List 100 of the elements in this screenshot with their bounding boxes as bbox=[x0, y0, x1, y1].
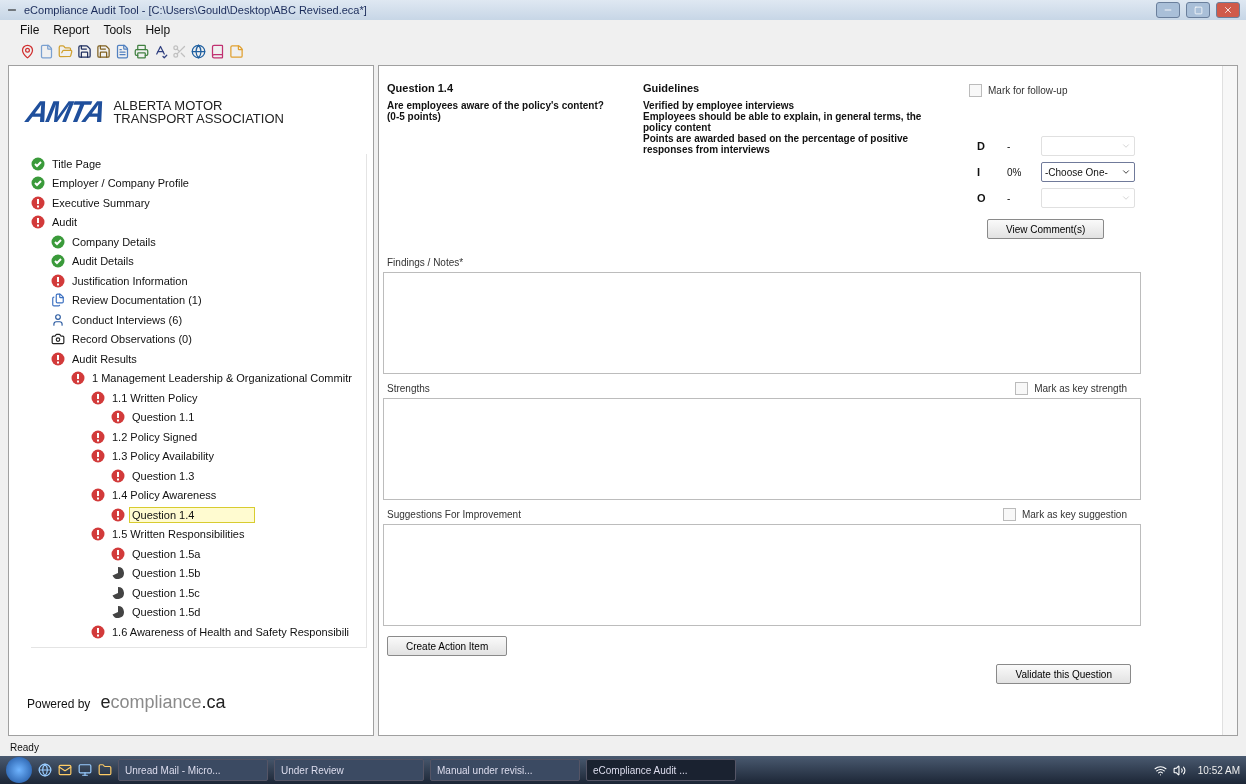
tree-item[interactable]: Review Documentation (1) bbox=[69, 292, 205, 309]
minimize-button[interactable] bbox=[1156, 2, 1180, 18]
tree-item[interactable]: Audit Results bbox=[69, 350, 140, 367]
note-icon[interactable] bbox=[229, 43, 244, 59]
alert-circle-icon bbox=[111, 410, 125, 425]
tree-item[interactable]: Title Page bbox=[49, 155, 105, 172]
alert-circle-icon bbox=[91, 624, 105, 639]
section-label: Findings / Notes* bbox=[387, 256, 464, 268]
guideline-text: Verified by employee interviews bbox=[643, 100, 795, 111]
logo-mark: AMTA bbox=[23, 95, 108, 129]
rating-dropdown[interactable]: -Choose One- bbox=[1041, 162, 1135, 182]
start-button[interactable] bbox=[6, 757, 32, 783]
volume-icon[interactable] bbox=[1172, 763, 1186, 777]
taskbar-button[interactable]: Manual under revisi... bbox=[430, 759, 580, 781]
guideline-text: Points are awarded based on the percentage of positive responses from interviews bbox=[643, 133, 910, 155]
tree-item[interactable]: Justification Information bbox=[69, 272, 191, 289]
check-circle-icon bbox=[31, 156, 45, 171]
desktop-icon[interactable] bbox=[78, 763, 92, 777]
menu-item[interactable]: Help bbox=[145, 23, 171, 37]
tree-item[interactable]: Question 1.5a bbox=[129, 545, 204, 562]
powered-by-label: Powered by bbox=[27, 697, 91, 711]
validate-question-button[interactable]: Validate this Question bbox=[996, 664, 1131, 684]
save-icon[interactable] bbox=[77, 43, 92, 59]
alert-circle-icon bbox=[31, 215, 45, 230]
tree-item[interactable]: Employer / Company Profile bbox=[49, 175, 192, 192]
tree-item[interactable]: Question 1.3 bbox=[129, 467, 198, 484]
browser-icon[interactable] bbox=[38, 763, 52, 777]
alert-circle-icon bbox=[91, 390, 105, 405]
check-circle-icon bbox=[51, 234, 65, 249]
tree-item[interactable]: 1.6 Awareness of Health and Safety Responsibili bbox=[109, 623, 353, 640]
tree-item[interactable]: Question 1.5c bbox=[129, 584, 203, 601]
text-area[interactable] bbox=[383, 272, 1141, 374]
alert-circle-icon bbox=[91, 488, 105, 503]
tree-item[interactable]: Audit Details bbox=[69, 253, 137, 270]
tree-item[interactable]: 1.4 Policy Awareness bbox=[109, 487, 220, 504]
tree-item[interactable]: Audit bbox=[49, 214, 81, 231]
alert-circle-icon bbox=[31, 195, 45, 210]
tree-item[interactable]: Company Details bbox=[69, 233, 159, 250]
document-icon[interactable] bbox=[115, 43, 130, 59]
tree-item[interactable]: Conduct Interviews (6) bbox=[69, 311, 186, 328]
close-button[interactable] bbox=[1216, 2, 1240, 18]
book-icon[interactable] bbox=[210, 43, 225, 59]
rating-value: - bbox=[1007, 192, 1012, 204]
save-icon[interactable] bbox=[96, 43, 111, 59]
page-icon[interactable] bbox=[39, 43, 54, 59]
menu-item[interactable]: Report bbox=[53, 23, 90, 37]
checkbox-label: Mark as key strength bbox=[1034, 382, 1127, 394]
logo-text: ALBERTA MOTOR bbox=[113, 99, 224, 112]
checkbox-label: Mark for follow-up bbox=[988, 85, 1068, 96]
checkbox-label: Mark as key suggestion bbox=[1021, 508, 1127, 520]
tree-item[interactable]: Executive Summary bbox=[49, 194, 153, 211]
tree-item[interactable]: 1.5 Written Responsibilities bbox=[109, 526, 248, 543]
alert-circle-icon bbox=[51, 273, 65, 288]
text-area[interactable] bbox=[383, 398, 1141, 500]
text-area[interactable] bbox=[383, 524, 1141, 626]
pin-icon[interactable] bbox=[20, 43, 35, 59]
taskbar-button[interactable]: Under Review bbox=[274, 759, 424, 781]
tree-item[interactable]: Question 1.1 bbox=[129, 409, 198, 426]
section-label: Suggestions For Improvement bbox=[387, 508, 521, 520]
rating-letter: O bbox=[977, 192, 987, 204]
checkbox[interactable] bbox=[969, 84, 982, 97]
maximize-button[interactable] bbox=[1186, 2, 1210, 18]
printer-icon[interactable] bbox=[134, 43, 149, 59]
question-text: Are employees aware of the policy's content? (0-5 points) bbox=[387, 100, 605, 122]
rating-value: 0% bbox=[1007, 166, 1023, 178]
maximize-icon bbox=[1193, 5, 1203, 15]
taskbar-button[interactable]: Unread Mail - Micro... bbox=[118, 759, 268, 781]
alert-circle-icon bbox=[111, 468, 125, 483]
window-title: eCompliance Audit Tool - [C:\Users\Gould\Desktop\ABC Revised.eca*] bbox=[24, 4, 368, 16]
menu-item[interactable]: File bbox=[20, 23, 40, 37]
tree-item[interactable]: Question 1.5d bbox=[129, 604, 204, 621]
rating-letter: D bbox=[977, 140, 986, 152]
checkbox[interactable] bbox=[1002, 507, 1016, 521]
network-icon[interactable] bbox=[1153, 763, 1167, 777]
vertical-scrollbar[interactable] bbox=[1222, 66, 1237, 735]
clock: 10:52 AM bbox=[1197, 764, 1240, 776]
tree-item[interactable]: Question 1.4 bbox=[129, 506, 255, 523]
checkbox[interactable] bbox=[1015, 381, 1029, 395]
guideline-text: Employees should be able to explain, in general terms, the policy content bbox=[643, 111, 923, 133]
logo-text: TRANSPORT ASSOCIATION bbox=[113, 112, 284, 125]
create-action-item-button[interactable]: Create Action Item bbox=[387, 636, 508, 656]
mail-icon[interactable] bbox=[58, 763, 72, 777]
alert-circle-icon bbox=[91, 449, 105, 464]
menu-item[interactable]: Tools bbox=[103, 23, 132, 37]
tree-item[interactable]: 1.3 Policy Availability bbox=[109, 448, 217, 465]
tree-item[interactable]: 1.1 Written Policy bbox=[109, 389, 201, 406]
spell-check-icon[interactable] bbox=[153, 43, 168, 59]
alert-circle-icon bbox=[111, 546, 125, 561]
tree-item[interactable]: Record Observations (0) bbox=[69, 331, 195, 348]
tree-item[interactable]: 1.2 Policy Signed bbox=[109, 428, 200, 445]
tree-item[interactable]: Question 1.5b bbox=[129, 565, 204, 582]
status-text: Ready bbox=[9, 740, 40, 755]
taskbar-button[interactable]: eCompliance Audit ... bbox=[586, 759, 736, 781]
view-comments-button[interactable]: View Comment(s) bbox=[987, 219, 1105, 239]
globe-icon[interactable] bbox=[191, 43, 206, 59]
folder-icon[interactable] bbox=[98, 763, 112, 777]
tree-item[interactable]: 1 Management Leadership & Organizational Commitr bbox=[89, 370, 355, 387]
documents-icon bbox=[51, 293, 65, 308]
alert-circle-icon bbox=[91, 429, 105, 444]
close-icon bbox=[1223, 5, 1233, 15]
